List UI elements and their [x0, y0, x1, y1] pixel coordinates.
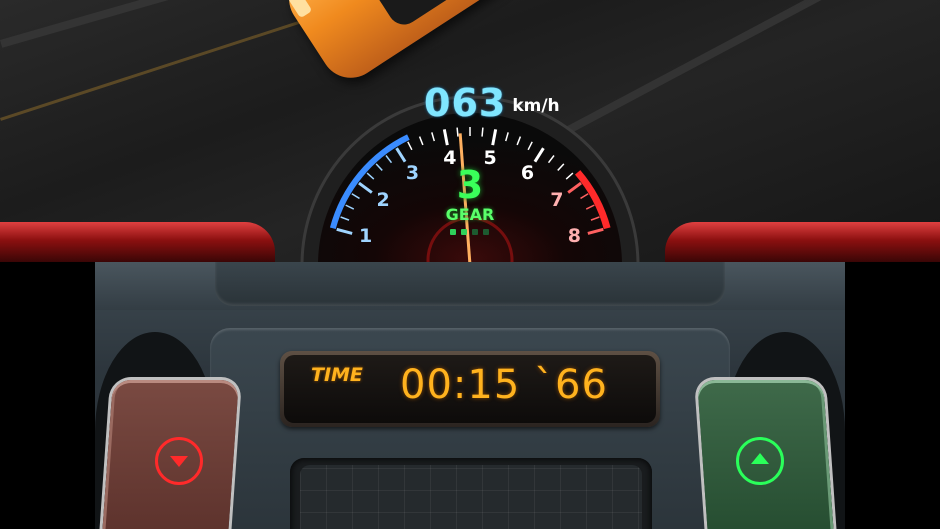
tach-minor-tick: [456, 127, 459, 137]
timer-label: TIME: [311, 364, 363, 386]
tach-label: 3: [405, 161, 420, 184]
player-car: [245, 0, 644, 90]
gear-number: 3: [456, 163, 484, 207]
speed-unit: km/h: [512, 96, 560, 116]
tach-label: 1: [359, 225, 373, 248]
tach-label: 6: [520, 161, 535, 184]
chevron-down-circle-icon[interactable]: [155, 437, 203, 485]
race-view: 12345678 063 km/h 3 GEAR: [0, 0, 940, 262]
touch-panel: TIME 00:15 `66: [0, 262, 940, 529]
tach-minor-tick: [481, 127, 484, 137]
timer-value: 00:15 `66: [400, 362, 608, 408]
tach-label: 7: [550, 188, 564, 211]
chevron-up-circle-icon[interactable]: [736, 437, 784, 485]
tach-label: 2: [376, 188, 390, 211]
dashboard-left-red-bar: [0, 222, 275, 262]
gear-indicator-dot: [461, 229, 467, 235]
tach-label: 8: [567, 225, 581, 248]
road-edge: [0, 0, 253, 48]
dashboard-notch: [215, 262, 725, 306]
speedometer: 063 km/h: [424, 78, 560, 122]
console-grille: [300, 465, 642, 529]
gear-indicator-dot: [472, 229, 478, 235]
car-body: [277, 0, 644, 90]
speed-value: 063: [424, 81, 507, 125]
game-screen: 12345678 063 km/h 3 GEAR TIME 00:15 `66: [0, 0, 940, 529]
gear-indicator-dot: [450, 229, 456, 235]
gear-label: GEAR: [445, 205, 495, 224]
gear-indicator-dots: [450, 229, 489, 235]
dashboard-right-red-bar: [665, 222, 940, 262]
gear-indicator-dot: [483, 229, 489, 235]
